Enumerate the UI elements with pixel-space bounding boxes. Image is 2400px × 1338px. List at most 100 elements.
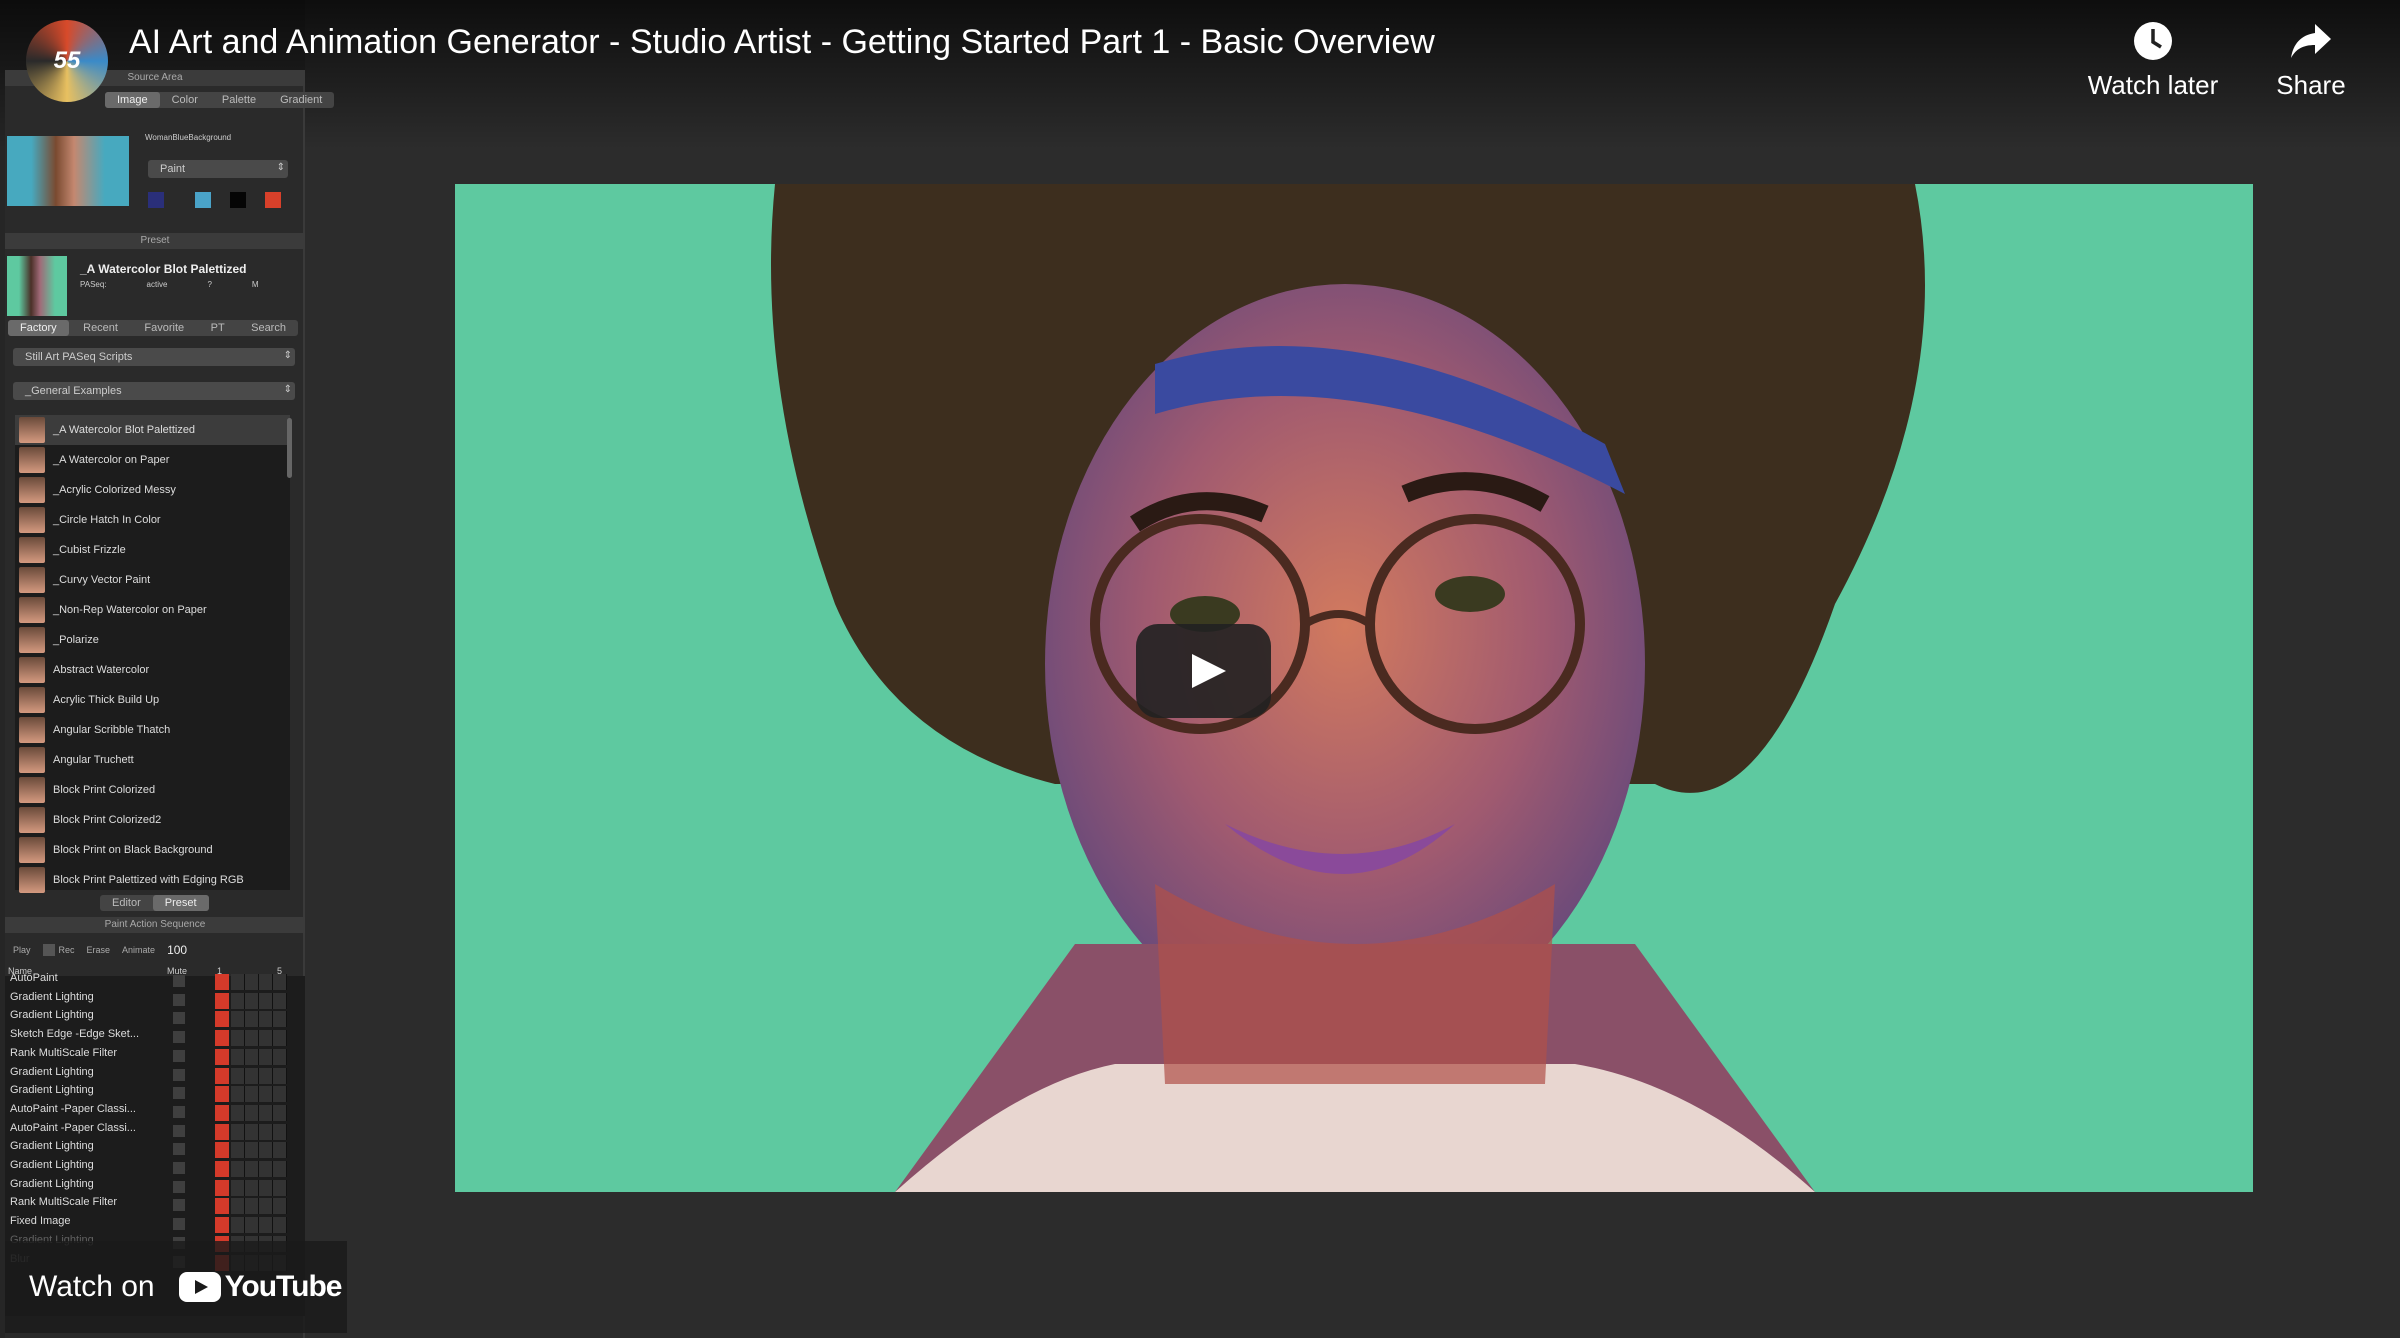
- mute-checkbox[interactable]: [173, 1218, 185, 1231]
- animate-value[interactable]: 100: [167, 943, 187, 957]
- video-title[interactable]: AI Art and Animation Generator - Studio …: [129, 22, 1435, 62]
- subcategory-select[interactable]: _General Examples: [13, 382, 295, 400]
- timeline-cell-active[interactable]: [215, 1086, 229, 1103]
- source-mode-select[interactable]: Paint: [148, 160, 288, 178]
- timeline-cells[interactable]: [231, 1067, 287, 1084]
- tab-preset[interactable]: Preset: [152, 895, 209, 911]
- timeline-cell-active[interactable]: [215, 974, 229, 990]
- play-button[interactable]: Play: [13, 945, 31, 955]
- preset-list-item[interactable]: Block Print Colorized2: [15, 805, 290, 835]
- preset-list-item[interactable]: _Polarize: [15, 625, 290, 655]
- timeline-cell-active[interactable]: [215, 1048, 229, 1065]
- timeline-cells[interactable]: [231, 1142, 287, 1159]
- timeline-cell-active[interactable]: [215, 992, 229, 1009]
- mute-checkbox[interactable]: [173, 1031, 185, 1044]
- preset-thumbnail-icon: [19, 717, 45, 743]
- timeline-cell-active[interactable]: [215, 1030, 229, 1047]
- mute-checkbox[interactable]: [173, 1199, 185, 1212]
- timeline-cells[interactable]: [231, 1161, 287, 1177]
- preset-list-item[interactable]: _A Watercolor Blot Palettized: [15, 415, 290, 445]
- mute-checkbox[interactable]: [173, 1143, 185, 1156]
- mute-checkbox[interactable]: [173, 993, 185, 1006]
- preset-list-item[interactable]: Block Print Palettized with Edging RGB: [15, 865, 290, 895]
- mute-checkbox[interactable]: [173, 1049, 185, 1062]
- mute-checkbox[interactable]: [173, 1124, 185, 1137]
- tab-search[interactable]: Search: [239, 320, 298, 336]
- tab-recent[interactable]: Recent: [71, 320, 130, 336]
- channel-avatar[interactable]: 55: [26, 20, 108, 102]
- timeline-cell-active[interactable]: [215, 1123, 229, 1140]
- video-frame[interactable]: [455, 184, 2253, 1192]
- share-button[interactable]: Share: [2221, 20, 2400, 101]
- rec-checkbox[interactable]: [42, 944, 55, 956]
- tab-image[interactable]: Image: [105, 92, 160, 108]
- preset-list-item[interactable]: Abstract Watercolor: [15, 655, 290, 685]
- preset-list-item[interactable]: _Cubist Frizzle: [15, 535, 290, 565]
- preset-list-item[interactable]: Block Print Colorized: [15, 775, 290, 805]
- timeline-cell-active[interactable]: [215, 1067, 229, 1084]
- erase-button[interactable]: Erase: [87, 945, 111, 955]
- timeline-cell-active[interactable]: [215, 1104, 229, 1121]
- timeline-cell-active[interactable]: [215, 1142, 229, 1159]
- play-button[interactable]: [1136, 624, 1271, 718]
- swatch-1[interactable]: [148, 192, 164, 208]
- source-name: WomanBlueBackground: [145, 133, 232, 142]
- preset-thumbnail-icon: [19, 567, 45, 593]
- preset-list: _A Watercolor Blot Palettized _A Watercol…: [15, 415, 290, 893]
- timeline-cells[interactable]: [231, 1198, 287, 1215]
- timeline-cells[interactable]: [231, 1086, 287, 1103]
- preset-list-item[interactable]: Block Print on Black Background: [15, 835, 290, 865]
- tab-color[interactable]: Color: [160, 92, 210, 108]
- timeline-cell-active[interactable]: [215, 1161, 229, 1177]
- tab-editor[interactable]: Editor: [100, 895, 153, 911]
- preset-item-label: Abstract Watercolor: [53, 664, 150, 676]
- timeline-cell-active[interactable]: [215, 1217, 229, 1234]
- source-thumbnail[interactable]: [7, 136, 129, 206]
- mute-checkbox[interactable]: [173, 1087, 185, 1100]
- preset-list-item[interactable]: _Circle Hatch In Color: [15, 505, 290, 535]
- timeline-cells[interactable]: [231, 1217, 287, 1234]
- preset-thumbnail-icon: [19, 447, 45, 473]
- tab-gradient[interactable]: Gradient: [268, 92, 334, 108]
- tab-palette[interactable]: Palette: [210, 92, 268, 108]
- preset-list-item[interactable]: Angular Scribble Thatch: [15, 715, 290, 745]
- swatch-2[interactable]: [195, 192, 211, 208]
- paseq-m[interactable]: M: [252, 280, 259, 289]
- mute-checkbox[interactable]: [173, 1068, 185, 1081]
- mute-checkbox[interactable]: [173, 1105, 185, 1118]
- preset-list-item[interactable]: _Acrylic Colorized Messy: [15, 475, 290, 505]
- watch-later-button[interactable]: Watch later: [2063, 20, 2243, 101]
- swatch-3[interactable]: [230, 192, 246, 208]
- preset-list-item[interactable]: _A Watercolor on Paper: [15, 445, 290, 475]
- watch-on-youtube-button[interactable]: Watch on YouTube: [5, 1241, 347, 1333]
- timeline-cell-active[interactable]: [215, 1011, 229, 1028]
- timeline-cells[interactable]: [231, 1048, 287, 1065]
- mute-checkbox[interactable]: [173, 1180, 185, 1193]
- mute-checkbox[interactable]: [173, 1162, 185, 1174]
- timeline-cell-active[interactable]: [215, 1198, 229, 1215]
- tab-factory[interactable]: Factory: [8, 320, 69, 336]
- timeline-cells[interactable]: [231, 974, 287, 990]
- timeline-cells[interactable]: [231, 1123, 287, 1140]
- preset-list-item[interactable]: _Curvy Vector Paint: [15, 565, 290, 595]
- paseq-value: active: [146, 280, 168, 289]
- tab-favorite[interactable]: Favorite: [132, 320, 196, 336]
- paseq-help[interactable]: ?: [207, 280, 211, 289]
- timeline-cells[interactable]: [231, 1104, 287, 1121]
- preset-tabs: Factory Recent Favorite PT Search: [8, 320, 298, 336]
- timeline-cell-active[interactable]: [215, 1179, 229, 1196]
- swatch-4[interactable]: [265, 192, 281, 208]
- preset-list-item[interactable]: _Non-Rep Watercolor on Paper: [15, 595, 290, 625]
- timeline-cells[interactable]: [231, 1030, 287, 1047]
- youtube-logo: YouTube: [178, 1270, 342, 1304]
- timeline-cells[interactable]: [231, 992, 287, 1009]
- preset-list-item[interactable]: Angular Truchett: [15, 745, 290, 775]
- mute-checkbox[interactable]: [173, 975, 185, 987]
- timeline-cells[interactable]: [231, 1179, 287, 1196]
- preset-list-item[interactable]: Acrylic Thick Build Up: [15, 685, 290, 715]
- tab-pt[interactable]: PT: [199, 320, 237, 336]
- timeline-cells[interactable]: [231, 1011, 287, 1028]
- mute-checkbox[interactable]: [173, 1012, 185, 1025]
- category-select[interactable]: Still Art PASeq Scripts: [13, 348, 295, 366]
- preset-list-scrollbar[interactable]: [287, 418, 292, 478]
